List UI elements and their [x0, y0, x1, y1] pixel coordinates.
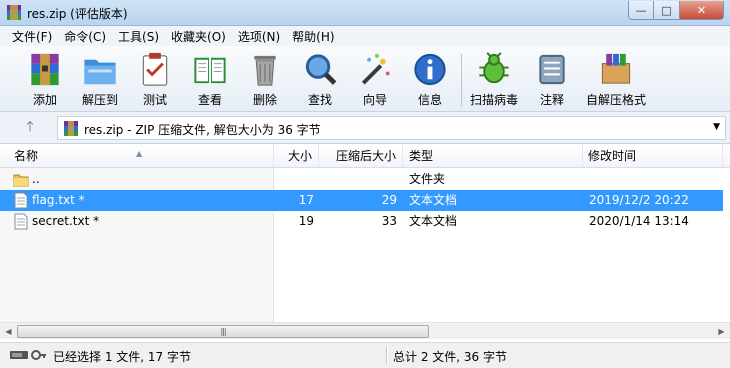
- wizard-button[interactable]: 向导: [347, 50, 403, 108]
- toolbar-separator: [461, 54, 462, 106]
- menu-file[interactable]: 文件(F): [6, 28, 58, 45]
- up-one-level-button[interactable]: 🡑: [8, 117, 52, 139]
- test-label: 测试: [142, 93, 167, 107]
- file-size: 19: [298, 214, 314, 228]
- path-text: res.zip - ZIP 压缩文件, 解包大小为 36 字节: [84, 123, 321, 137]
- list-item-secret-txt[interactable]: secret.txt * 19 33 文本文档 2020/1/14 13:14: [0, 211, 730, 232]
- column-name[interactable]: 名称 ▲: [0, 144, 274, 168]
- virus-scan-icon: [479, 52, 509, 84]
- extract-to-icon: [84, 59, 116, 85]
- minimize-button[interactable]: —: [628, 1, 654, 20]
- window-title: res.zip (评估版本): [27, 7, 128, 21]
- column-packed-size[interactable]: 压缩后大小: [319, 144, 403, 168]
- selection-status: 已经选择 1 文件, 17 字节: [53, 350, 191, 364]
- extract-to-label: 解压到: [81, 93, 118, 107]
- scrollbar-thumb[interactable]: |||: [17, 325, 429, 338]
- test-button[interactable]: 测试: [127, 50, 183, 108]
- info-icon: [414, 53, 446, 86]
- file-size: 17: [298, 193, 314, 207]
- address-bar: 🡑 res.zip - ZIP 压缩文件, 解包大小为 36 字节 ▼: [0, 112, 730, 144]
- info-label: 信息: [417, 93, 442, 107]
- extract-to-button[interactable]: 解压到: [72, 50, 128, 108]
- file-modified: 2019/12/2 20:22: [589, 193, 689, 207]
- virus-scan-button[interactable]: 扫描病毒: [466, 50, 522, 108]
- close-button[interactable]: ✕: [680, 1, 724, 20]
- column-size[interactable]: 大小: [274, 144, 319, 168]
- virus-scan-label: 扫描病毒: [469, 93, 518, 107]
- column-name-label: 名称: [14, 149, 39, 163]
- maximize-button[interactable]: □: [654, 1, 680, 20]
- path-dropdown-icon[interactable]: ▼: [713, 122, 720, 132]
- title-bar: res.zip (评估版本) — □ ✕: [0, 0, 730, 26]
- wizard-icon: [361, 53, 390, 85]
- sfx-label: 自解压格式: [585, 93, 646, 107]
- status-bar: 已经选择 1 文件, 17 字节 总计 2 文件, 36 字节: [0, 342, 730, 368]
- comment-icon: [539, 54, 565, 85]
- file-modified: 2020/1/14 13:14: [589, 214, 689, 228]
- column-type[interactable]: 类型: [403, 144, 583, 168]
- test-icon: [142, 52, 168, 86]
- folder-icon: [13, 174, 29, 187]
- list-item-flag-txt[interactable]: flag.txt * 17 29 文本文档 2019/12/2 20:22: [0, 190, 730, 211]
- menu-commands[interactable]: 命令(C): [58, 28, 112, 45]
- menu-bar: 文件(F) 命令(C) 工具(S) 收藏夹(O) 选项(N) 帮助(H): [0, 26, 730, 46]
- column-header: 名称 ▲ 大小 压缩后大小 类型 修改时间: [0, 144, 730, 168]
- window-controls: — □ ✕: [628, 1, 724, 20]
- file-packed-size: 29: [381, 193, 397, 207]
- file-type: 文本文档: [409, 193, 458, 207]
- add-button[interactable]: 添加: [17, 50, 73, 108]
- text-file-icon: [14, 192, 28, 209]
- horizontal-scrollbar[interactable]: ◀ ||| ▶: [0, 322, 730, 339]
- info-button[interactable]: 信息: [402, 50, 458, 108]
- file-list: 名称 ▲ 大小 压缩后大小 类型 修改时间 .. 文件夹 flag.txt * …: [0, 144, 730, 342]
- wizard-label: 向导: [362, 93, 387, 107]
- delete-icon: [254, 55, 276, 86]
- sfx-button[interactable]: 自解压格式: [584, 50, 648, 108]
- status-divider: [386, 346, 388, 364]
- view-label: 查看: [197, 93, 222, 107]
- find-button[interactable]: 查找: [292, 50, 348, 108]
- file-name: ..: [32, 172, 40, 186]
- list-item-parent-folder[interactable]: .. 文件夹: [0, 169, 730, 190]
- sort-ascending-icon: ▲: [136, 149, 143, 158]
- total-status: 总计 2 文件, 36 字节: [393, 350, 507, 364]
- file-type: 文件夹: [409, 172, 446, 186]
- scroll-right-button[interactable]: ▶: [713, 323, 730, 340]
- zip-archive-icon: [64, 121, 78, 136]
- view-icon: [194, 57, 226, 84]
- text-file-icon: [14, 213, 28, 230]
- add-archive-icon: [31, 53, 59, 86]
- find-icon: [305, 54, 337, 85]
- find-label: 查找: [307, 93, 332, 107]
- menu-tools[interactable]: 工具(S): [112, 28, 165, 45]
- path-field[interactable]: res.zip - ZIP 压缩文件, 解包大小为 36 字节 ▼: [57, 116, 726, 140]
- drive-key-icon[interactable]: [10, 349, 46, 361]
- menu-help[interactable]: 帮助(H): [286, 28, 340, 45]
- add-label: 添加: [32, 93, 57, 107]
- file-name: secret.txt *: [32, 214, 100, 228]
- column-modified[interactable]: 修改时间: [583, 144, 723, 168]
- delete-button[interactable]: 删除: [237, 50, 293, 108]
- file-name: flag.txt *: [32, 193, 85, 207]
- scroll-left-button[interactable]: ◀: [0, 323, 17, 340]
- menu-favorites[interactable]: 收藏夹(O): [165, 28, 232, 45]
- delete-label: 删除: [252, 93, 277, 107]
- winrar-app-icon[interactable]: [7, 5, 21, 20]
- menu-options[interactable]: 选项(N): [232, 28, 286, 45]
- view-button[interactable]: 查看: [182, 50, 238, 108]
- toolbar: 添加 解压到 测试 查看 删除 查找 向导 信息 扫描病毒 注释 自解压格式: [0, 46, 730, 112]
- file-packed-size: 33: [381, 214, 397, 228]
- sfx-icon: [601, 53, 631, 84]
- file-type: 文本文档: [409, 214, 458, 228]
- comment-label: 注释: [539, 93, 564, 107]
- comment-button[interactable]: 注释: [524, 50, 580, 108]
